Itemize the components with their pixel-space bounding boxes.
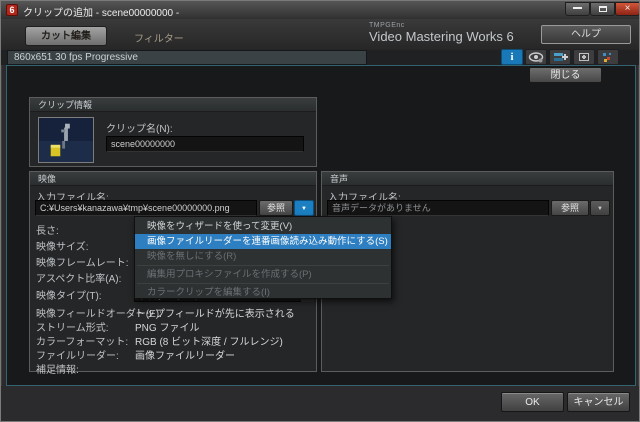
close-icon: × (625, 3, 631, 14)
audio-browse-button[interactable]: 参照 (551, 200, 589, 216)
close-panel-button[interactable]: 閉じる (529, 67, 602, 83)
video-file-input[interactable]: C:¥Users¥kanazawa¥tmp¥scene00000000.png (35, 200, 257, 216)
clip-name-label: クリップ名(N): (106, 120, 173, 135)
audio-header: 音声 (322, 172, 613, 186)
detail-label: 映像フレームレート: (36, 254, 128, 269)
detail-label: 長さ: (36, 222, 59, 237)
eye-gear-icon (526, 50, 546, 64)
detail-value: RGB (8 ビット深度 / フルレンジ) (135, 333, 283, 348)
detail-value: トップフィールドが先に表示される (135, 305, 295, 320)
add-frame-button[interactable] (573, 49, 595, 65)
clip-thumbnail (38, 117, 94, 163)
video-source-menu: 映像をウィザードを使って変更(V) 画像ファイルリーダーを連番画像読み込み動作に… (134, 216, 392, 299)
preview-settings-button[interactable] (525, 49, 547, 65)
clip-info-panel: クリップ情報 クリップ名(N): scene00000000 (29, 97, 317, 167)
histogram-icon (598, 50, 618, 64)
info-button[interactable]: i (501, 49, 523, 65)
histogram-button[interactable] (597, 49, 619, 65)
menu-separator (137, 265, 389, 266)
add-layer-button[interactable] (549, 49, 571, 65)
minimize-button[interactable] (565, 2, 590, 16)
layers-plus-icon (550, 50, 570, 64)
clip-info-header: クリップ情報 (30, 98, 316, 112)
close-window-button[interactable]: × (615, 2, 640, 16)
detail-value: 画像ファイルリーダー (135, 347, 235, 362)
detail-label: 映像タイプ(T): (36, 287, 102, 302)
dropdown-arrow-icon: ▼ (597, 206, 603, 212)
menu-separator (137, 283, 389, 284)
cancel-button[interactable]: キャンセル (567, 392, 630, 412)
maximize-button[interactable] (590, 2, 615, 16)
clip-name-input[interactable]: scene00000000 (106, 136, 304, 152)
menu-item-sequential-images[interactable]: 画像ファイルリーダーを連番画像読み込み動作にする(S) (135, 234, 391, 249)
brand-tmpgenc: TMPGEnc (369, 22, 405, 29)
minimize-icon (573, 7, 582, 9)
audio-file-input[interactable]: 音声データがありません (327, 200, 549, 216)
menu-item-change-wizard[interactable]: 映像をウィザードを使って変更(V) (135, 219, 391, 234)
title-bar[interactable]: 6 クリップの追加 - scene00000000 - × (1, 1, 640, 19)
window-title: クリップの追加 - scene00000000 - (23, 4, 179, 19)
brand-product-name: Video Mastering Works 6 (369, 29, 514, 44)
detail-label: 映像サイズ: (36, 238, 88, 253)
info-icon: i (502, 50, 522, 64)
detail-value: PNG ファイル (135, 319, 199, 334)
dropdown-arrow-icon: ▼ (301, 206, 307, 212)
tab-filter[interactable]: フィルター (134, 30, 214, 45)
maximize-icon (599, 6, 607, 12)
menu-item-edit-color-clip: カラークリップを編集する(I) (135, 285, 391, 300)
tab-cut-edit[interactable]: カット編集 (25, 26, 107, 46)
add-clip-dialog: 6 クリップの追加 - scene00000000 - × カット編集 フィルタ… (0, 0, 640, 422)
format-info-bar[interactable]: 860x651 30 fps Progressive (7, 50, 367, 65)
menu-item-create-proxy: 編集用プロキシファイルを作成する(P) (135, 267, 391, 282)
detail-label: ファイルリーダー: (36, 347, 119, 362)
detail-label: ストリーム形式: (36, 319, 108, 334)
detail-label: アスペクト比率(A): (36, 270, 121, 285)
video-header: 映像 (30, 172, 316, 186)
video-source-menu-button[interactable]: ▼ (294, 200, 314, 216)
detail-label: カラーフォーマット: (36, 333, 128, 348)
video-browse-button[interactable]: 参照 (259, 200, 293, 216)
audio-source-menu-button[interactable]: ▼ (590, 200, 610, 216)
help-button[interactable]: ヘルプ (541, 25, 631, 44)
app-icon: 6 (6, 4, 18, 16)
plus-box-icon (579, 53, 589, 61)
menu-item-no-video: 映像を無しにする(R) (135, 249, 391, 264)
ok-button[interactable]: OK (501, 392, 564, 412)
detail-label: 補足情報: (36, 361, 79, 376)
